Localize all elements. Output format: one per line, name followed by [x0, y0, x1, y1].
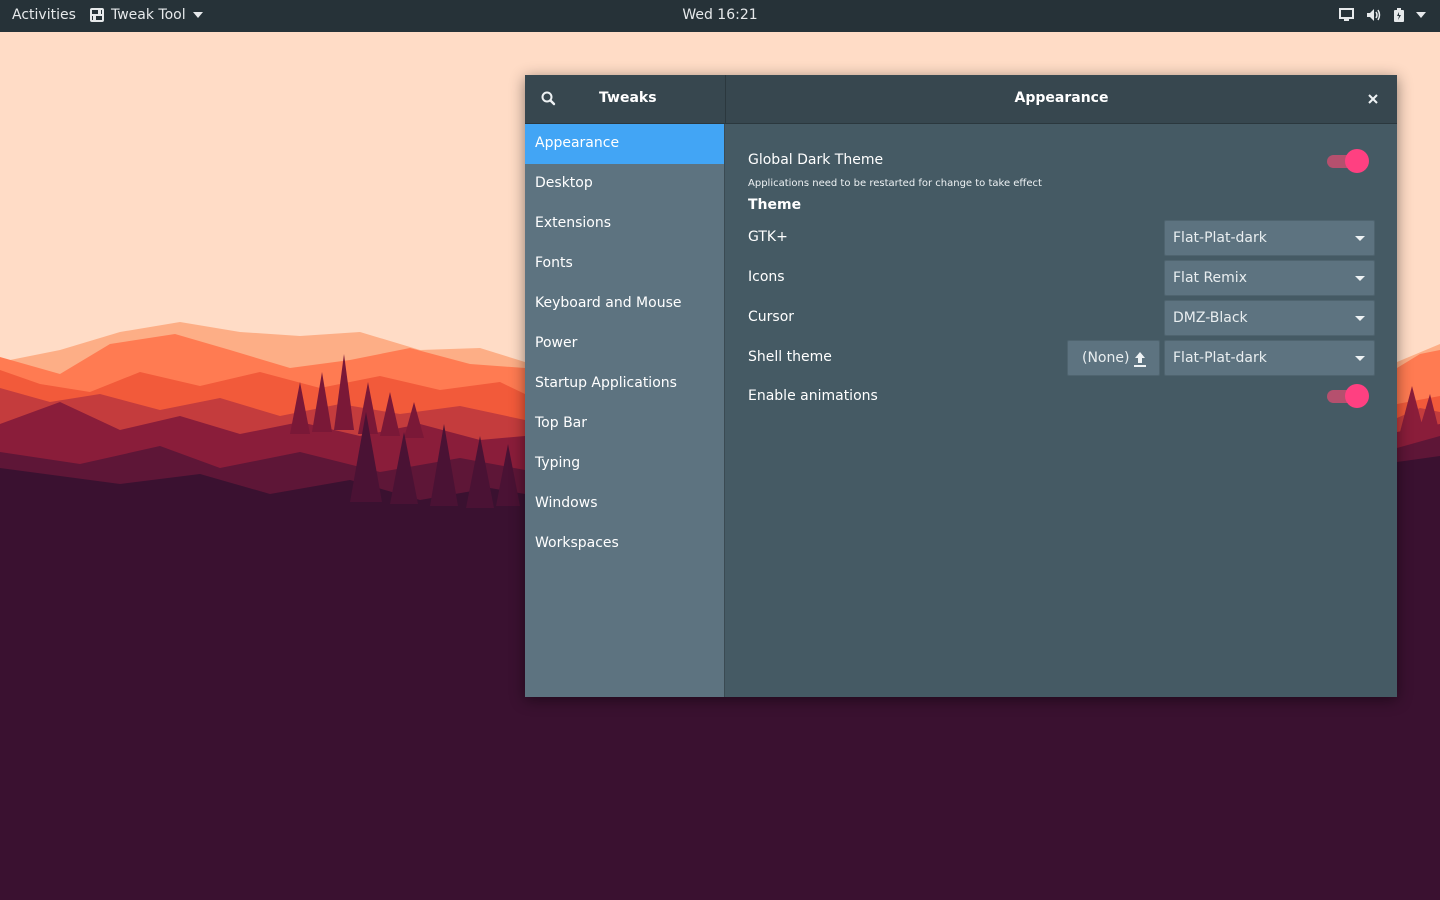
enable-animations-label: Enable animations	[748, 388, 878, 404]
switch-knob	[1345, 149, 1369, 173]
icons-label: Icons	[748, 269, 785, 285]
page-title: Appearance	[1014, 90, 1109, 106]
restart-note: Applications need to be restarted for ch…	[748, 178, 1042, 189]
search-icon[interactable]	[539, 89, 559, 109]
app-menu-label: Tweak Tool	[111, 7, 186, 23]
close-icon[interactable]	[1365, 91, 1381, 107]
cursor-label: Cursor	[748, 309, 795, 325]
icons-theme-value: Flat Remix	[1173, 270, 1247, 286]
sidebar-item-workspaces[interactable]: Workspaces	[525, 524, 724, 564]
display-icon	[1339, 8, 1354, 21]
upload-icon	[1134, 352, 1146, 367]
dropdown-arrow-icon	[1355, 276, 1365, 281]
system-tray[interactable]	[1339, 8, 1426, 22]
chevron-down-icon	[192, 12, 203, 18]
sidebar-item-startup-applications[interactable]: Startup Applications	[525, 364, 724, 404]
sidebar-item-keyboard-and-mouse[interactable]: Keyboard and Mouse	[525, 284, 724, 324]
global-dark-theme-switch[interactable]	[1325, 149, 1371, 173]
shell-theme-dropdown[interactable]: Flat-Plat-dark	[1164, 340, 1375, 376]
shell-theme-value: Flat-Plat-dark	[1173, 350, 1267, 366]
sidebar-item-appearance[interactable]: Appearance	[525, 124, 724, 164]
sidebar-item-top-bar[interactable]: Top Bar	[525, 404, 724, 444]
sidebar-item-power[interactable]: Power	[525, 324, 724, 364]
tweak-tool-window: Tweaks Appearance Appearance Desktop Ext…	[525, 75, 1397, 697]
sidebar-item-windows[interactable]: Windows	[525, 484, 724, 524]
icons-theme-dropdown[interactable]: Flat Remix	[1164, 260, 1375, 296]
gtk-theme-value: Flat-Plat-dark	[1173, 230, 1267, 246]
shell-theme-file-value: (None)	[1082, 350, 1130, 366]
enable-animations-switch[interactable]	[1325, 384, 1371, 408]
shell-theme-file-button[interactable]: (None)	[1067, 340, 1160, 376]
gtk-label: GTK+	[748, 229, 788, 245]
dropdown-arrow-icon	[1355, 316, 1365, 321]
clock[interactable]: Wed 16:21	[682, 7, 757, 23]
tweak-tool-app-icon	[90, 8, 104, 22]
dropdown-arrow-icon	[1355, 236, 1365, 241]
sidebar-item-typing[interactable]: Typing	[525, 444, 724, 484]
activities-button[interactable]: Activities	[12, 7, 76, 23]
theme-section-header: Theme	[748, 197, 802, 213]
global-dark-theme-label: Global Dark Theme	[748, 152, 884, 168]
sidebar-item-extensions[interactable]: Extensions	[525, 204, 724, 244]
top-bar: Activities Tweak Tool Wed 16:21	[0, 0, 1440, 32]
volume-icon	[1367, 9, 1381, 21]
appearance-panel: Global Dark Theme Applications need to b…	[726, 124, 1397, 697]
app-menu-button[interactable]: Tweak Tool	[89, 7, 203, 23]
cursor-theme-dropdown[interactable]: DMZ-Black	[1164, 300, 1375, 336]
cursor-theme-value: DMZ-Black	[1173, 310, 1248, 326]
dropdown-arrow-icon	[1355, 356, 1365, 361]
shell-theme-label: Shell theme	[748, 349, 832, 365]
battery-icon	[1394, 8, 1404, 22]
sidebar-title: Tweaks	[599, 90, 657, 106]
sidebar-item-fonts[interactable]: Fonts	[525, 244, 724, 284]
switch-knob	[1345, 384, 1369, 408]
gtk-theme-dropdown[interactable]: Flat-Plat-dark	[1164, 220, 1375, 256]
header-bar: Tweaks Appearance	[525, 75, 1397, 124]
sidebar-header: Tweaks	[525, 75, 726, 123]
sidebar-item-desktop[interactable]: Desktop	[525, 164, 724, 204]
sidebar: Appearance Desktop Extensions Fonts Keyb…	[525, 124, 725, 697]
system-menu-arrow-icon	[1416, 12, 1426, 18]
